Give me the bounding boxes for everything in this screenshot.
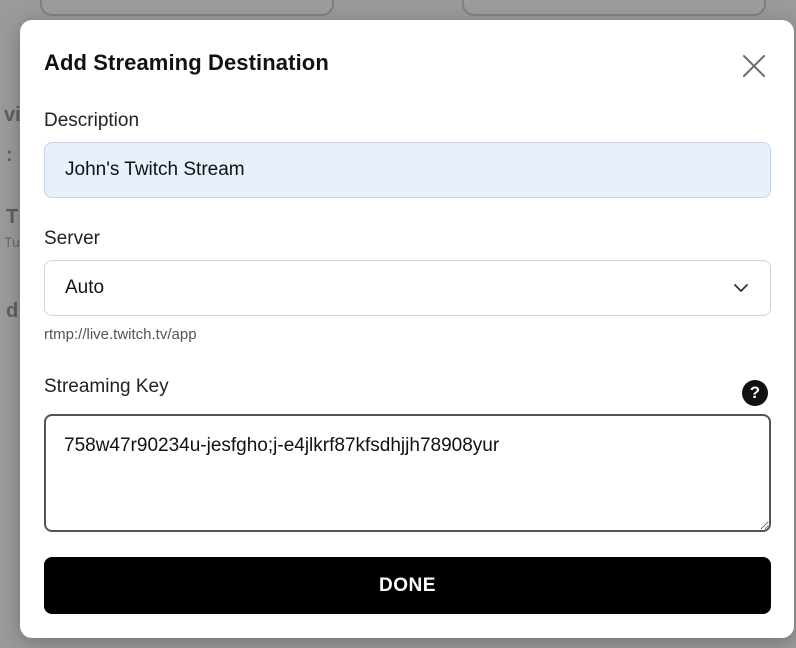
- server-url-hint: rtmp://live.twitch.tv/app: [44, 326, 197, 343]
- background-text: Tu: [4, 234, 20, 250]
- chevron-down-icon: [732, 279, 750, 297]
- streaming-key-label: Streaming Key: [44, 376, 169, 397]
- done-button[interactable]: DONE: [44, 557, 771, 614]
- description-label: Description: [44, 110, 140, 131]
- help-icon[interactable]: ?: [742, 380, 768, 406]
- streaming-key-input[interactable]: 758w47r90234u-jesfgho;j-e4jlkrf87kfsdhjj…: [44, 414, 771, 532]
- background-card: [40, 0, 334, 16]
- background-text: vi: [4, 104, 21, 126]
- server-selected-value: Auto: [65, 277, 105, 298]
- server-select[interactable]: Auto: [44, 260, 771, 316]
- background-text: T: [6, 206, 19, 228]
- server-label: Server: [44, 228, 100, 249]
- background-text: :: [6, 144, 13, 166]
- description-input[interactable]: [44, 142, 771, 198]
- background-card: [462, 0, 766, 16]
- add-streaming-destination-dialog: Add Streaming Destination Description Se…: [20, 20, 794, 638]
- background-text: d: [6, 300, 19, 322]
- close-icon: [743, 55, 765, 77]
- close-button[interactable]: [738, 50, 770, 82]
- dialog-title: Add Streaming Destination: [44, 50, 329, 75]
